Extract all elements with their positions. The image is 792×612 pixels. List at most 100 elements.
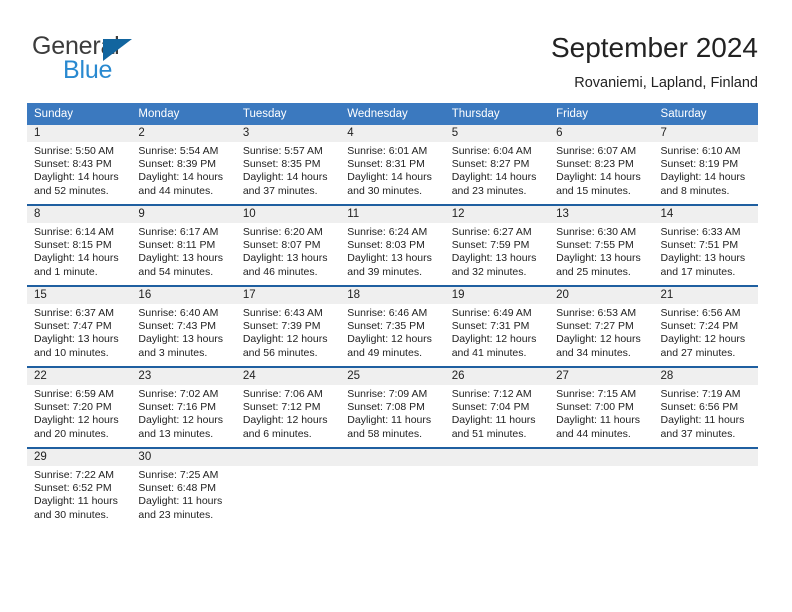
day-cell-inner: 6 Sunrise: 6:07 AM Sunset: 8:23 PM Daylight… <box>549 125 654 204</box>
calendar-day-cell[interactable]: 17 Sunrise: 6:43 AM Sunset: 7:39 PM Dayligh… <box>235 285 341 367</box>
daylight-duration-line1: Daylight: 13 hours <box>34 333 119 346</box>
day-details: Sunrise: 6:59 AM Sunset: 7:20 PM Daylight:… <box>27 385 131 441</box>
calendar-day-cell[interactable]: 28 Sunrise: 7:19 AM Sunset: 6:56 PM Dayligh… <box>653 366 758 448</box>
daylight-duration-line2: and 51 minutes. <box>451 427 527 440</box>
sunrise-time: Sunrise: 6:04 AM <box>451 145 532 157</box>
sunrise-time: Sunrise: 6:14 AM <box>34 226 114 238</box>
daylight-duration-line1: Daylight: 12 hours <box>138 414 224 427</box>
calendar-day-cell[interactable]: 9 Sunrise: 6:17 AM Sunset: 8:11 PM Daylight… <box>131 204 236 286</box>
daylight-duration-line2: and 3 minutes. <box>138 346 208 359</box>
weekday-header-thursday: Thursday <box>444 103 550 125</box>
calendar-day-cell[interactable]: 14 Sunrise: 6:33 AM Sunset: 7:51 PM Dayligh… <box>653 204 758 286</box>
day-cell-inner: 15 Sunrise: 6:37 AM Sunset: 7:47 PM Dayligh… <box>27 287 132 366</box>
day-cell-inner: 21 Sunrise: 6:56 AM Sunset: 7:24 PM Dayligh… <box>653 287 758 366</box>
calendar-day-cell[interactable]: 5 Sunrise: 6:04 AM Sunset: 8:27 PM Daylight… <box>444 125 550 205</box>
calendar-day-cell[interactable]: 22 Sunrise: 6:59 AM Sunset: 7:20 PM Dayligh… <box>27 366 132 448</box>
sunset-time: Sunset: 8:11 PM <box>138 239 216 252</box>
general-blue-logo: General Blue <box>32 32 212 84</box>
sunrise-time: Sunrise: 6:46 AM <box>347 307 428 319</box>
sunrise-time: Sunrise: 6:33 AM <box>660 226 741 238</box>
sunrise-time: Sunrise: 5:57 AM <box>242 145 323 157</box>
day-details: Sunrise: 6:53 AM Sunset: 7:27 PM Daylight:… <box>549 304 653 360</box>
sunset-time: Sunset: 8:19 PM <box>660 158 739 171</box>
daylight-duration-line2: and 49 minutes. <box>347 346 422 359</box>
day-details: Sunrise: 6:10 AM Sunset: 8:19 PM Daylight:… <box>654 142 758 198</box>
sunrise-time: Sunrise: 7:02 AM <box>138 388 219 400</box>
day-cell-inner: 25 Sunrise: 7:09 AM Sunset: 7:08 PM Dayligh… <box>340 368 445 447</box>
day-details: Sunrise: 6:37 AM Sunset: 7:47 PM Daylight:… <box>27 304 131 360</box>
page-header: General Blue September 2024 Rovaniemi, L… <box>0 0 792 100</box>
location-subtitle: Rovaniemi, Lapland, Finland <box>574 75 758 91</box>
calendar-day-cell[interactable]: 6 Sunrise: 6:07 AM Sunset: 8:23 PM Daylight… <box>549 125 654 205</box>
daylight-duration-line1: Daylight: 12 hours <box>34 414 119 427</box>
calendar-day-cell[interactable]: 29 Sunrise: 7:22 AM Sunset: 6:52 PM Dayligh… <box>27 447 132 528</box>
calendar-day-cell[interactable]: 16 Sunrise: 6:40 AM Sunset: 7:43 PM Dayligh… <box>131 285 236 367</box>
daylight-duration-line2: and 23 minutes. <box>138 508 214 521</box>
daylight-duration-line1: Daylight: 14 hours <box>347 171 432 184</box>
day-number: 26 <box>444 368 550 385</box>
day-cell-inner: 26 Sunrise: 7:12 AM Sunset: 7:04 PM Dayligh… <box>444 368 550 447</box>
day-cell-inner: 27 Sunrise: 7:15 AM Sunset: 7:00 PM Dayligh… <box>549 368 654 447</box>
day-number: 1 <box>27 125 132 142</box>
day-cell-inner: 3 Sunrise: 5:57 AM Sunset: 8:35 PM Daylight… <box>235 125 341 204</box>
sunrise-time: Sunrise: 6:20 AM <box>242 226 323 238</box>
calendar-day-cell[interactable]: 10 Sunrise: 6:20 AM Sunset: 8:07 PM Dayligh… <box>235 204 341 286</box>
calendar-day-cell[interactable]: 26 Sunrise: 7:12 AM Sunset: 7:04 PM Dayligh… <box>444 366 550 448</box>
day-details: Sunrise: 6:30 AM Sunset: 7:55 PM Daylight:… <box>549 223 653 279</box>
day-number: 22 <box>27 368 132 385</box>
daylight-duration-line1: Daylight: 12 hours <box>451 333 537 346</box>
day-details: Sunrise: 5:50 AM Sunset: 8:43 PM Daylight:… <box>27 142 131 198</box>
day-number: 18 <box>340 287 445 304</box>
calendar-day-cell[interactable]: 4 Sunrise: 6:01 AM Sunset: 8:31 PM Daylight… <box>340 125 445 205</box>
daylight-duration-line1: Daylight: 14 hours <box>556 171 641 184</box>
calendar-day-cell[interactable]: 21 Sunrise: 6:56 AM Sunset: 7:24 PM Dayligh… <box>653 285 758 367</box>
calendar-week-row: 15 Sunrise: 6:37 AM Sunset: 7:47 PM Dayligh… <box>27 285 758 367</box>
calendar-day-cell[interactable]: 3 Sunrise: 5:57 AM Sunset: 8:35 PM Daylight… <box>235 125 341 205</box>
calendar-day-cell[interactable]: 27 Sunrise: 7:15 AM Sunset: 7:00 PM Dayligh… <box>549 366 654 448</box>
day-number: 4 <box>340 125 445 142</box>
daylight-duration-line1: Daylight: 12 hours <box>660 333 746 346</box>
calendar-day-cell[interactable]: 2 Sunrise: 5:54 AM Sunset: 8:39 PM Daylight… <box>131 125 236 205</box>
day-cell-inner: 29 Sunrise: 7:22 AM Sunset: 6:52 PM Dayligh… <box>27 449 132 528</box>
day-cell-inner: 4 Sunrise: 6:01 AM Sunset: 8:31 PM Daylight… <box>340 125 445 204</box>
calendar-day-cell[interactable]: 24 Sunrise: 7:06 AM Sunset: 7:12 PM Dayligh… <box>235 366 341 448</box>
calendar-day-cell[interactable]: 13 Sunrise: 6:30 AM Sunset: 7:55 PM Dayligh… <box>549 204 654 286</box>
calendar-day-cell[interactable]: 15 Sunrise: 6:37 AM Sunset: 7:47 PM Dayligh… <box>27 285 132 367</box>
day-number: 6 <box>549 125 654 142</box>
calendar-day-cell[interactable]: 12 Sunrise: 6:27 AM Sunset: 7:59 PM Dayligh… <box>444 204 550 286</box>
calendar-day-cell[interactable]: 11 Sunrise: 6:24 AM Sunset: 8:03 PM Dayligh… <box>340 204 445 286</box>
day-number: 10 <box>235 206 341 223</box>
daylight-duration-line2: and 37 minutes. <box>242 184 318 197</box>
calendar-day-cell[interactable]: 1 Sunrise: 5:50 AM Sunset: 8:43 PM Daylight… <box>27 125 132 205</box>
calendar-day-cell[interactable]: 20 Sunrise: 6:53 AM Sunset: 7:27 PM Dayligh… <box>549 285 654 367</box>
daylight-duration-line2: and 25 minutes. <box>556 265 631 278</box>
day-cell-inner: 24 Sunrise: 7:06 AM Sunset: 7:12 PM Dayligh… <box>235 368 341 447</box>
calendar-day-cell[interactable]: 23 Sunrise: 7:02 AM Sunset: 7:16 PM Dayligh… <box>131 366 236 448</box>
daylight-duration-line1: Daylight: 13 hours <box>347 252 432 265</box>
daylight-duration-line2: and 52 minutes. <box>34 184 109 197</box>
sunset-time: Sunset: 7:59 PM <box>451 239 530 252</box>
calendar-day-cell[interactable]: 7 Sunrise: 6:10 AM Sunset: 8:19 PM Daylight… <box>653 125 758 205</box>
daylight-duration-line1: Daylight: 13 hours <box>451 252 537 265</box>
calendar-day-cell[interactable]: 25 Sunrise: 7:09 AM Sunset: 7:08 PM Dayligh… <box>340 366 445 448</box>
calendar-day-cell <box>444 447 550 528</box>
day-cell-inner <box>653 449 758 528</box>
calendar-header-row: Sunday Monday Tuesday Wednesday Thursday… <box>27 103 758 125</box>
sunrise-time: Sunrise: 6:56 AM <box>660 307 741 319</box>
calendar-day-cell[interactable]: 19 Sunrise: 6:49 AM Sunset: 7:31 PM Dayligh… <box>444 285 550 367</box>
sunrise-time: Sunrise: 6:53 AM <box>556 307 637 319</box>
daylight-duration-line1: Daylight: 11 hours <box>138 495 223 508</box>
day-details <box>236 466 340 469</box>
sunset-time: Sunset: 7:08 PM <box>347 401 425 414</box>
sunset-time: Sunset: 8:15 PM <box>34 239 112 252</box>
daylight-duration-line1: Daylight: 12 hours <box>556 333 641 346</box>
day-cell-inner <box>444 449 550 528</box>
calendar-day-cell[interactable]: 30 Sunrise: 7:25 AM Sunset: 6:48 PM Dayligh… <box>131 447 236 528</box>
day-number: 30 <box>131 449 236 466</box>
calendar-week-row: 8 Sunrise: 6:14 AM Sunset: 8:15 PM Daylight… <box>27 204 758 286</box>
calendar-day-cell[interactable]: 18 Sunrise: 6:46 AM Sunset: 7:35 PM Dayligh… <box>340 285 445 367</box>
day-details: Sunrise: 6:56 AM Sunset: 7:24 PM Daylight:… <box>654 304 758 360</box>
day-details: Sunrise: 7:15 AM Sunset: 7:00 PM Daylight:… <box>549 385 653 441</box>
day-number <box>235 449 341 466</box>
calendar-day-cell[interactable]: 8 Sunrise: 6:14 AM Sunset: 8:15 PM Daylight… <box>27 204 132 286</box>
